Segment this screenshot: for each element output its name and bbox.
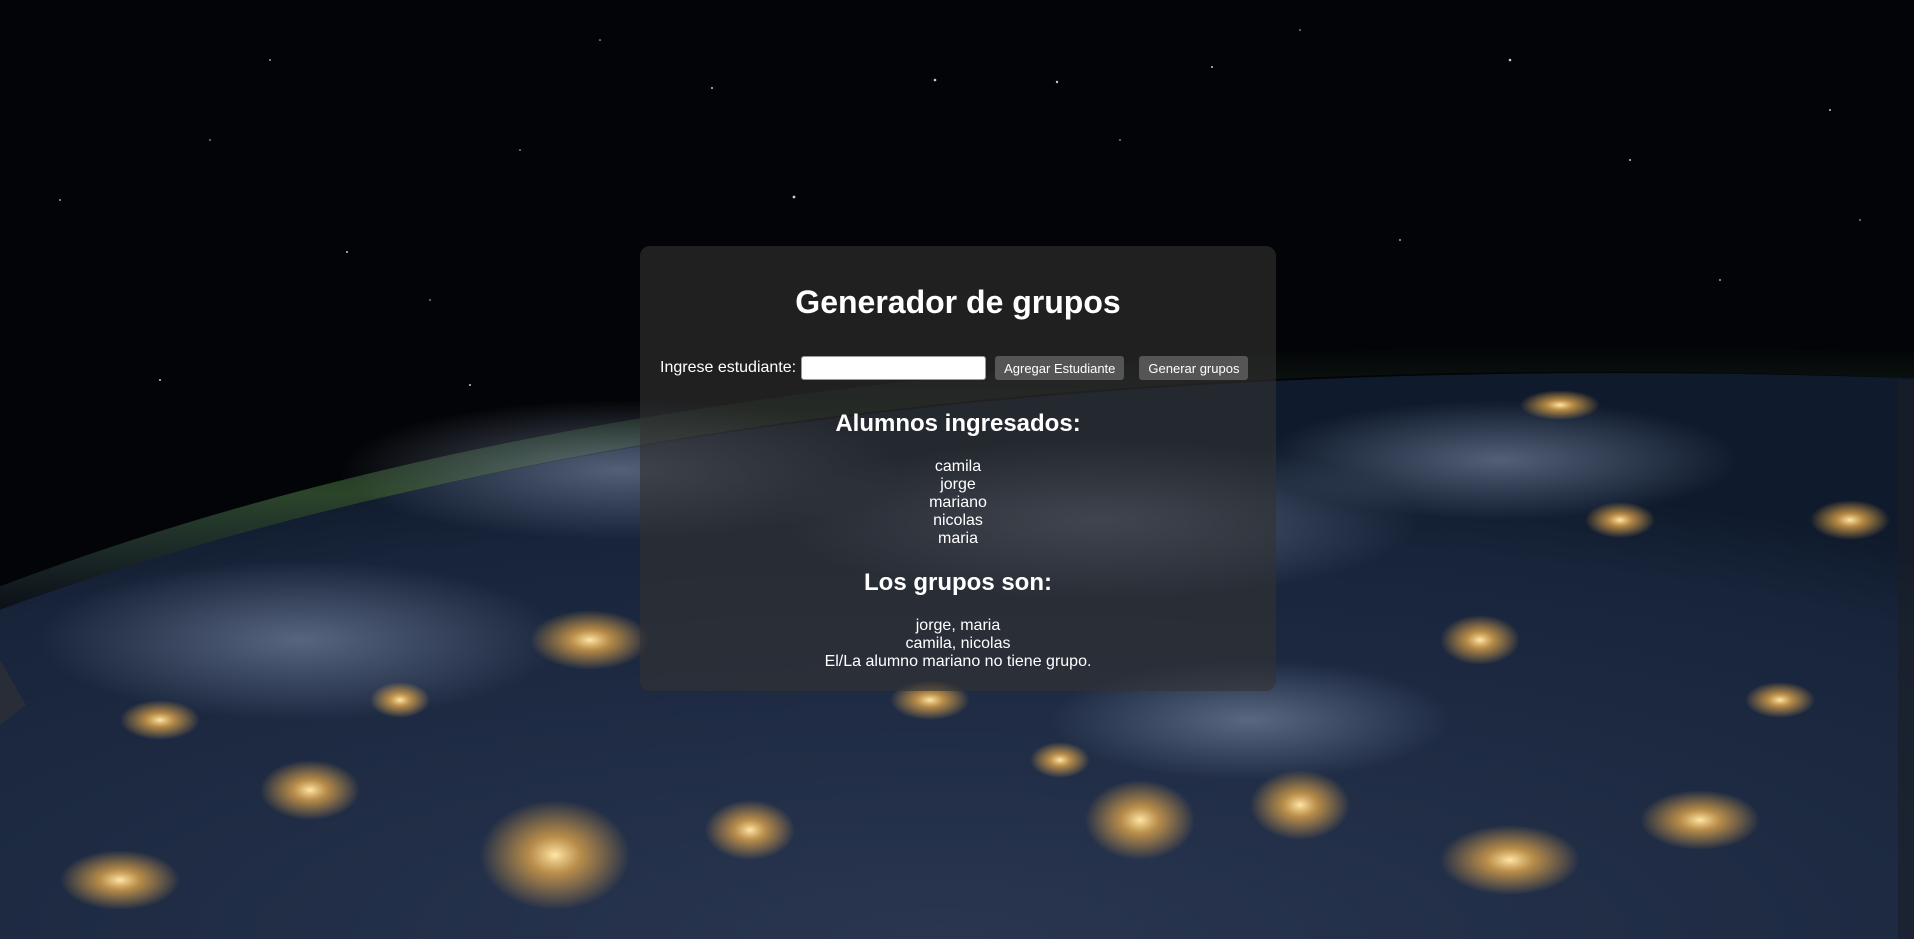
students-heading: Alumnos ingresados: bbox=[835, 410, 1081, 437]
students-list: camila jorge mariano nicolas maria bbox=[640, 458, 1276, 548]
group-item: El/La alumno mariano no tiene grupo. bbox=[824, 653, 1092, 670]
generate-groups-button[interactable]: Generar grupos bbox=[1139, 356, 1249, 380]
student-item: mariano bbox=[929, 494, 987, 511]
group-generator-panel: Generador de grupos Ingrese estudiante: … bbox=[640, 246, 1276, 691]
page-title: Generador de grupos bbox=[795, 284, 1121, 320]
add-student-button[interactable]: Agregar Estudiante bbox=[995, 356, 1125, 380]
groups-heading: Los grupos son: bbox=[864, 569, 1052, 596]
student-name-input[interactable] bbox=[801, 356, 987, 380]
student-item: nicolas bbox=[933, 512, 983, 529]
student-item: maria bbox=[937, 530, 978, 547]
group-item: camila, nicolas bbox=[905, 635, 1011, 652]
student-input-label: Ingrese estudiante: bbox=[660, 359, 797, 376]
groups-list: jorge, maria camila, nicolas El/La alumn… bbox=[640, 617, 1276, 671]
student-item: jorge bbox=[940, 476, 976, 493]
group-item: jorge, maria bbox=[915, 617, 1001, 634]
student-entry-row: Ingrese estudiante: Agregar Estudiante G… bbox=[660, 356, 1249, 380]
student-item: camila bbox=[934, 458, 982, 475]
